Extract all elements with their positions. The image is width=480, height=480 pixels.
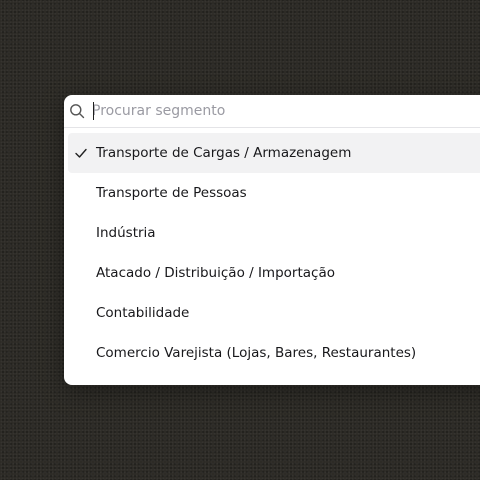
check-icon [75,148,87,158]
search-input[interactable] [92,100,472,122]
text-caret [93,102,94,120]
search-row [64,95,480,128]
options-list: Transporte de Cargas / Armazenagem Trans… [68,133,480,373]
option-contabilidade[interactable]: Contabilidade [68,293,480,333]
option-transporte-de-pessoas[interactable]: Transporte de Pessoas [68,173,480,213]
search-icon [70,104,85,119]
option-label: Comercio Varejista (Lojas, Bares, Restau… [96,345,417,361]
segment-combobox-popover: Transporte de Cargas / Armazenagem Trans… [64,95,480,385]
option-comercio-varejista[interactable]: Comercio Varejista (Lojas, Bares, Restau… [68,333,480,373]
option-industria[interactable]: Indústria [68,213,480,253]
option-label: Transporte de Pessoas [96,185,247,201]
option-label: Atacado / Distribuição / Importação [96,265,335,281]
option-label: Contabilidade [96,305,190,321]
option-transporte-de-cargas[interactable]: Transporte de Cargas / Armazenagem [68,133,480,173]
option-label: Indústria [96,225,156,241]
option-label: Transporte de Cargas / Armazenagem [96,145,352,161]
option-atacado-distribuicao-importacao[interactable]: Atacado / Distribuição / Importação [68,253,480,293]
